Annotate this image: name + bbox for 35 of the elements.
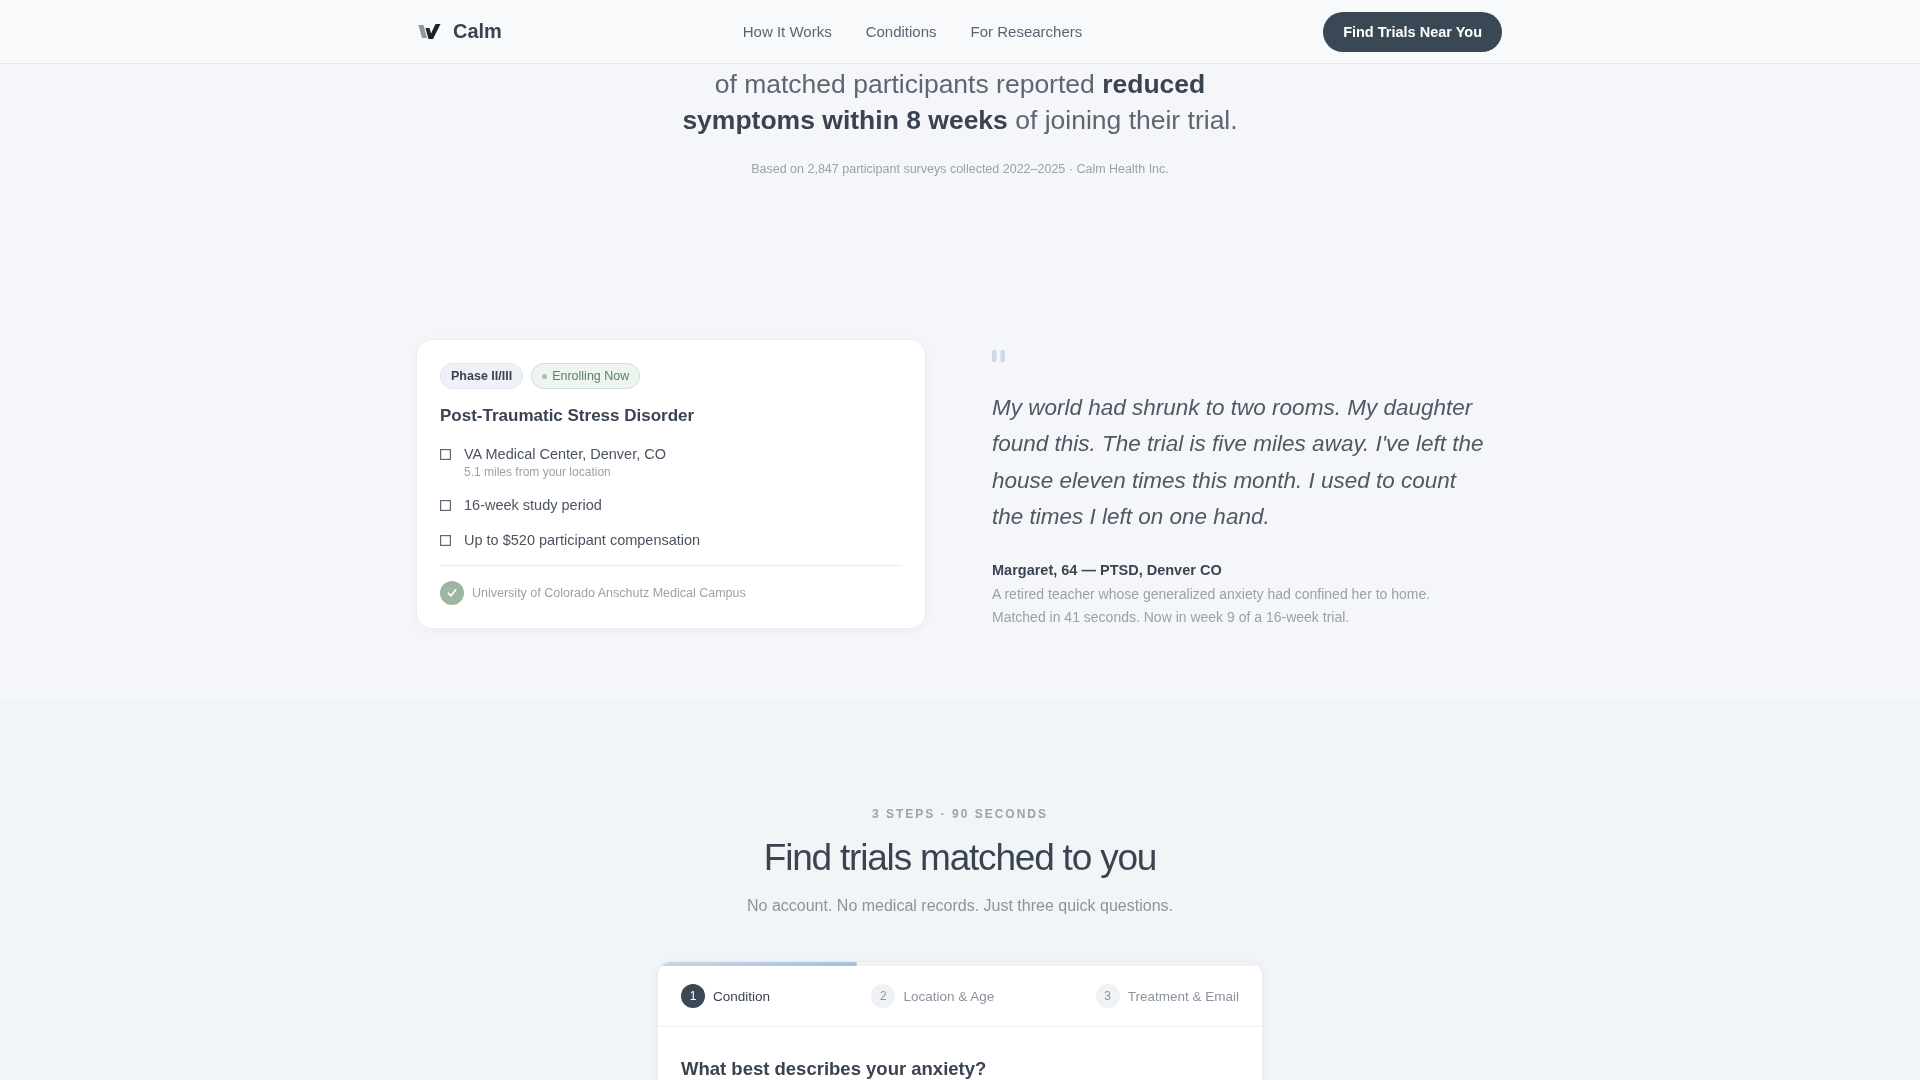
step-number: 3 bbox=[1095, 984, 1120, 1009]
detail-text: 16-week study period bbox=[464, 496, 602, 515]
status-dot-icon bbox=[542, 373, 548, 379]
section-title: Find trials matched to you bbox=[763, 836, 1157, 881]
question-text: What best describes your anxiety? bbox=[680, 1057, 988, 1080]
section-subtitle: No account. No medical records. Just three quick questions. bbox=[747, 896, 1173, 917]
detail-text: Up to $520 participant compensation bbox=[464, 531, 701, 550]
phase-badge: Phase II/III bbox=[440, 363, 524, 389]
sponsor-name: University of Colorado Anschutz Medical Campus bbox=[472, 586, 746, 600]
nav-link[interactable]: How It Works bbox=[742, 23, 832, 40]
detail-text: VA Medical Center, Denver, CO bbox=[464, 445, 667, 464]
status-label: Enrolling Now bbox=[552, 369, 630, 383]
quote-icon bbox=[992, 350, 1005, 362]
find-trials-button[interactable]: Find Trials Near You bbox=[1323, 11, 1502, 52]
detail-note: 5.1 miles from your location bbox=[464, 464, 612, 480]
nav-link[interactable]: For Researchers bbox=[970, 23, 1083, 40]
nav-link[interactable]: Conditions bbox=[865, 23, 937, 40]
step-label: Treatment & Email bbox=[1127, 988, 1239, 1004]
author-name: Margaret, 64 — PTSD, Denver CO bbox=[992, 561, 1223, 581]
source-note: Based on 2,847 participant surveys collected 2022–2025 · Calm Health Inc. bbox=[751, 161, 1169, 178]
quote-text: My world had shrunk to two rooms. My daughter found this. The trial is five miles away. I've left the house eleven times this month. I used to count the times I left on one hand. bbox=[992, 394, 1485, 531]
square-icon bbox=[440, 535, 451, 546]
stat-text: of matched participants reported reduced symptoms within 8 weeks of joining their trial. bbox=[681, 68, 1239, 137]
square-icon bbox=[440, 449, 451, 460]
logo-icon bbox=[418, 23, 441, 40]
trial-title: Post-Traumatic Stress Disorder bbox=[440, 405, 696, 427]
eyebrow-text: 3 STEPS · 90 SECONDS bbox=[871, 806, 1048, 823]
brand-name: Calm bbox=[453, 20, 502, 43]
check-circle-icon bbox=[440, 581, 464, 605]
step-label: Condition bbox=[713, 988, 771, 1004]
step-label: Location & Age bbox=[903, 988, 995, 1004]
step-number: 1 bbox=[681, 984, 705, 1009]
square-icon bbox=[440, 500, 451, 511]
step-number: 2 bbox=[871, 984, 896, 1009]
author-bio: A retired teacher whose generalized anxiety had confined her to home. Matched in 41 seconds. Now in week 9 of a 16-week trial. bbox=[992, 585, 1432, 628]
